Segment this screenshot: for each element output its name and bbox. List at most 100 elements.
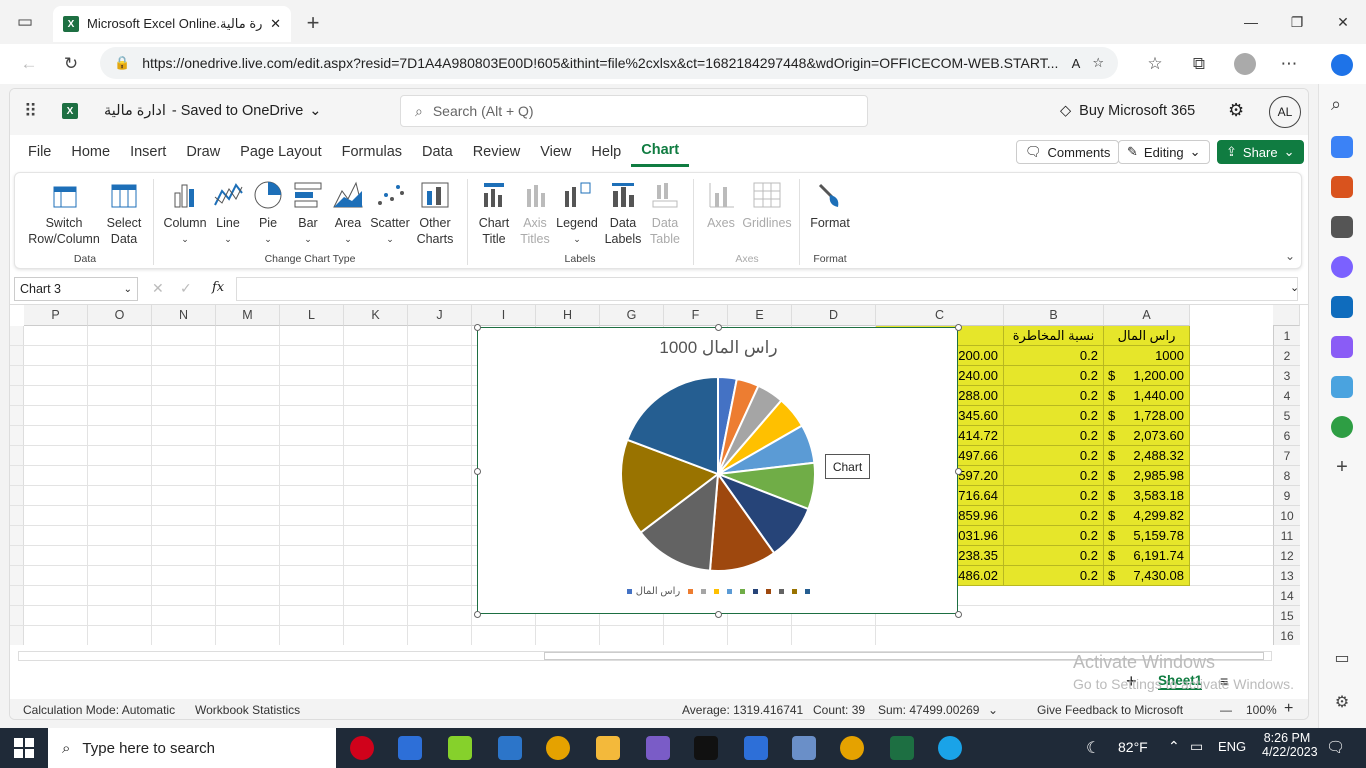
- refresh-icon[interactable]: ↻: [56, 49, 86, 79]
- select-data-button[interactable]: Select Data: [103, 179, 145, 247]
- name-box[interactable]: Chart 3 ⌄: [14, 277, 138, 301]
- row-header-1[interactable]: 1: [1273, 326, 1300, 346]
- other-charts-button[interactable]: Other Charts: [411, 179, 459, 247]
- profile-avatar[interactable]: [1234, 53, 1256, 75]
- cell-a2[interactable]: 1000: [1104, 346, 1190, 366]
- workbook-stats[interactable]: Workbook Statistics: [195, 703, 300, 717]
- expand-formula-icon[interactable]: ⌄: [1290, 281, 1299, 294]
- cell-b9[interactable]: 0.2: [1004, 486, 1104, 506]
- cell-a8[interactable]: $2,985.98: [1104, 466, 1190, 486]
- column-header-g[interactable]: G: [600, 305, 664, 326]
- row-header-12[interactable]: 12: [1273, 546, 1300, 566]
- column-header-k[interactable]: K: [344, 305, 408, 326]
- close-tab-icon[interactable]: ✕: [270, 16, 281, 32]
- row-header-15[interactable]: 15: [1273, 606, 1300, 626]
- excel-taskbar-icon[interactable]: [890, 736, 914, 760]
- cell-b5[interactable]: 0.2: [1004, 406, 1104, 426]
- zoom-in-icon[interactable]: +: [1284, 700, 1293, 718]
- data-labels-button[interactable]: Data Labels: [601, 179, 645, 247]
- cell-b4[interactable]: 0.2: [1004, 386, 1104, 406]
- resize-handle[interactable]: [474, 467, 481, 475]
- weather-temp[interactable]: 82°F: [1118, 739, 1148, 755]
- fx-icon[interactable]: fx: [212, 280, 224, 295]
- legend-item-4[interactable]: [714, 589, 720, 594]
- menu-item-draw[interactable]: Draw: [176, 137, 230, 167]
- maximize-icon[interactable]: ❐: [1274, 0, 1320, 44]
- resize-handle[interactable]: [474, 324, 481, 331]
- notifications-icon[interactable]: 🗨: [1326, 738, 1345, 756]
- back-icon[interactable]: ←: [14, 49, 44, 79]
- url-field[interactable]: 🔒 https://onedrive.live.com/edit.aspx?re…: [100, 47, 1118, 79]
- legend-item-2[interactable]: [688, 589, 694, 594]
- legend-item-5[interactable]: [727, 589, 733, 594]
- close-window-icon[interactable]: ✕: [1320, 0, 1366, 44]
- row-header-16[interactable]: 16: [1273, 626, 1300, 645]
- collapse-ribbon-icon[interactable]: ⌄: [1285, 249, 1295, 263]
- zoom-out-icon[interactable]: —: [1220, 703, 1232, 717]
- buy-m365-link[interactable]: ◇ Buy Microsoft 365: [1060, 103, 1195, 119]
- cell-b11[interactable]: 0.2: [1004, 526, 1104, 546]
- column-header-d[interactable]: D: [792, 305, 876, 326]
- file-explorer-icon[interactable]: [596, 736, 620, 760]
- office-icon[interactable]: [1331, 256, 1353, 278]
- language-indicator[interactable]: ENG: [1218, 739, 1246, 754]
- cell-a11[interactable]: $5,159.78: [1104, 526, 1190, 546]
- resize-handle[interactable]: [955, 611, 962, 618]
- comments-button[interactable]: 🗨 Comments: [1016, 140, 1120, 164]
- menu-item-page-layout[interactable]: Page Layout: [230, 137, 331, 167]
- feedback-link[interactable]: Give Feedback to Microsoft: [1037, 703, 1183, 717]
- column-header-j[interactable]: J: [408, 305, 472, 326]
- cell-b2[interactable]: 0.2: [1004, 346, 1104, 366]
- chrome-icon[interactable]: [546, 736, 570, 760]
- legend-item-7[interactable]: [753, 589, 759, 594]
- row-header-9[interactable]: 9: [1273, 486, 1300, 506]
- menu-item-view[interactable]: View: [530, 137, 581, 167]
- cancel-icon[interactable]: ✕: [152, 280, 164, 297]
- cell-a6[interactable]: $2,073.60: [1104, 426, 1190, 446]
- tree-icon[interactable]: [1331, 416, 1353, 438]
- switch-row-column-button[interactable]: Switch Row/Column: [28, 179, 100, 247]
- format-button[interactable]: Format: [807, 179, 853, 231]
- cell-a9[interactable]: $3,583.18: [1104, 486, 1190, 506]
- cell-a1-header[interactable]: راس المال: [1104, 326, 1190, 346]
- cell-b6[interactable]: 0.2: [1004, 426, 1104, 446]
- bing-icon[interactable]: [1331, 54, 1353, 76]
- column-header-h[interactable]: H: [536, 305, 600, 326]
- tradingview-icon[interactable]: [694, 736, 718, 760]
- pie-chart-object[interactable]: راس المال 1000 راس المال: [474, 324, 962, 618]
- opera-icon[interactable]: [350, 736, 374, 760]
- row-header-4[interactable]: 4: [1273, 386, 1300, 406]
- windows-start-icon[interactable]: [14, 738, 34, 758]
- row-header-8[interactable]: 8: [1273, 466, 1300, 486]
- collections-icon[interactable]: ⧉: [1184, 49, 1214, 79]
- user-avatar[interactable]: AL: [1269, 96, 1301, 128]
- resize-handle[interactable]: [714, 611, 722, 618]
- tab-actions-icon[interactable]: ▭: [10, 7, 40, 37]
- minimize-icon[interactable]: —: [1228, 0, 1274, 44]
- menu-item-data[interactable]: Data: [412, 137, 463, 167]
- resize-handle[interactable]: [714, 324, 722, 331]
- column-header-i[interactable]: I: [472, 305, 536, 326]
- chrome-profile-icon[interactable]: [840, 736, 864, 760]
- sidebar-layout-icon[interactable]: ▭: [1331, 648, 1353, 670]
- menu-item-insert[interactable]: Insert: [120, 137, 176, 167]
- menu-item-formulas[interactable]: Formulas: [332, 137, 412, 167]
- cell-a4[interactable]: $1,440.00: [1104, 386, 1190, 406]
- cell-a3[interactable]: $1,200.00: [1104, 366, 1190, 386]
- tray-chevron-icon[interactable]: ⌃: [1168, 738, 1180, 755]
- legend-item-8[interactable]: [766, 589, 772, 594]
- photos-icon[interactable]: [792, 736, 816, 760]
- app-hex-icon[interactable]: [646, 736, 670, 760]
- row-header-11[interactable]: 11: [1273, 526, 1300, 546]
- chevron-down-icon[interactable]: ⌄: [988, 703, 998, 717]
- bar-chart-button[interactable]: Bar ⌄: [291, 179, 325, 247]
- menu-item-help[interactable]: Help: [581, 137, 631, 167]
- add-favorite-icon[interactable]: ☆: [1092, 55, 1104, 71]
- outlook-icon[interactable]: [1331, 296, 1353, 318]
- column-header-e[interactable]: E: [728, 305, 792, 326]
- cell-b13[interactable]: 0.2: [1004, 566, 1104, 586]
- chart-title-button[interactable]: Chart Title: [475, 179, 513, 247]
- cell-a7[interactable]: $2,488.32: [1104, 446, 1190, 466]
- cell-a5[interactable]: $1,728.00: [1104, 406, 1190, 426]
- row-header-10[interactable]: 10: [1273, 506, 1300, 526]
